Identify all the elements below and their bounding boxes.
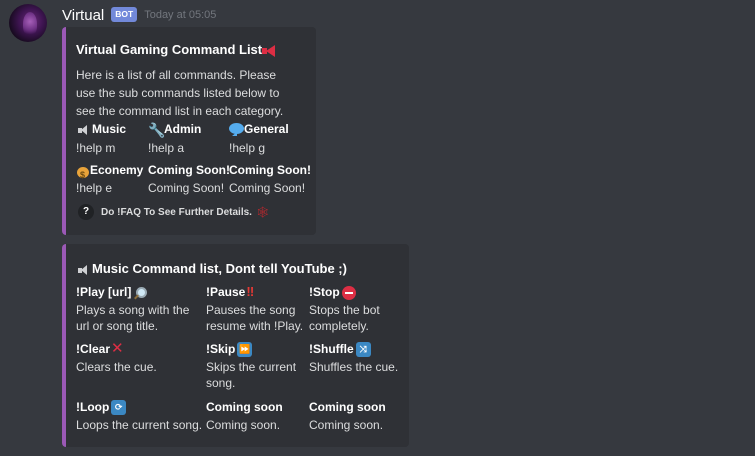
field-value-loop: Loops the current song.	[76, 418, 203, 432]
avatar[interactable]	[9, 4, 47, 42]
field-name-pause: !Pause‼	[206, 284, 255, 299]
music-command-embed: Music Command list, Dont tell YouTube ;)…	[62, 244, 409, 447]
speech-bubble-icon	[229, 123, 244, 137]
field-value-music: !help m	[76, 141, 116, 155]
field-value-play: Plays a song with the url or song title.	[76, 303, 190, 333]
field-name-loop: !Loop ⟳	[76, 399, 127, 416]
repeat-icon: ⟳	[111, 400, 127, 416]
field-name-stop: !Stop	[309, 284, 356, 300]
field-value-admin: !help a	[148, 141, 185, 155]
field-name-econemy: Econemy	[76, 162, 143, 183]
field-value-coming-soon-2: Coming soon.	[309, 418, 384, 432]
field-value-econemy: !help e	[76, 181, 113, 195]
field-value-clear: Clears the cue.	[76, 360, 157, 374]
field-name-admin: 🔧Admin	[148, 121, 202, 138]
field-name-coming-soon-1: Coming Soon!	[148, 163, 230, 177]
username[interactable]: Virtual	[62, 7, 104, 24]
field-name-coming-soon-1: Coming soon	[206, 400, 283, 414]
field-name-shuffle: !Shuffle ⤨	[309, 341, 371, 358]
message-header: Virtual BOT Today at 05:05	[62, 6, 216, 24]
timestamp: Today at 05:05	[144, 9, 217, 21]
field-value-stop: Stops the bot completely.	[309, 303, 380, 333]
field-value-pause: Pauses the song resume with !Play.	[206, 303, 304, 333]
wrench-icon: 🔧	[148, 121, 166, 138]
fast-forward-icon: ⏩	[237, 342, 253, 358]
money-bag-icon	[76, 164, 90, 183]
speaker-icon	[77, 264, 89, 276]
footer-question-icon: ?	[78, 204, 94, 220]
field-value-shuffle: Shuffles the cue.	[309, 360, 399, 374]
no-entry-icon	[341, 285, 356, 300]
shuffle-icon: ⤨	[355, 342, 371, 358]
field-name-coming-soon-2: Coming Soon!	[229, 163, 311, 177]
field-name-skip: !Skip ⏩	[206, 342, 253, 358]
field-name-coming-soon-2: Coming soon	[309, 400, 386, 414]
footer-text: Do !FAQ To See Further Details.	[101, 206, 252, 218]
magnifier-icon	[132, 286, 148, 300]
megaphone-icon	[262, 44, 278, 57]
field-value-coming-soon-1: Coming Soon!	[148, 181, 225, 195]
field-name-general: General	[229, 121, 289, 137]
embed-footer: ? Do !FAQ To See Further Details. 🕸	[78, 204, 270, 220]
command-list-embed: Virtual Gaming Command List Here is a li…	[62, 27, 316, 235]
field-value-coming-soon-1: Coming soon.	[206, 418, 281, 432]
embed-title: Music Command list, Dont tell YouTube ;)	[77, 261, 347, 276]
field-name-clear: !Clear✕	[76, 340, 124, 357]
cross-mark-icon: ✕	[111, 340, 124, 357]
field-value-general: !help g	[229, 141, 266, 155]
embed-title: Virtual Gaming Command List	[76, 42, 278, 57]
embed-title-text: Virtual Gaming Command List	[76, 42, 263, 57]
double-exclamation-icon: ‼	[246, 284, 255, 299]
spider-web-icon: 🕸	[255, 206, 270, 219]
speaker-icon	[77, 124, 89, 136]
embed-title-text: Music Command list, Dont tell YouTube ;)	[92, 261, 347, 276]
field-name-play: !Play [url]	[76, 284, 148, 300]
embed-description: Here is a list of all commands. Please u…	[76, 68, 284, 118]
field-value-skip: Skips the current song.	[206, 360, 297, 390]
field-value-coming-soon-2: Coming Soon!	[229, 181, 306, 195]
field-name-music: Music	[77, 121, 126, 137]
bot-tag: BOT	[111, 7, 138, 22]
